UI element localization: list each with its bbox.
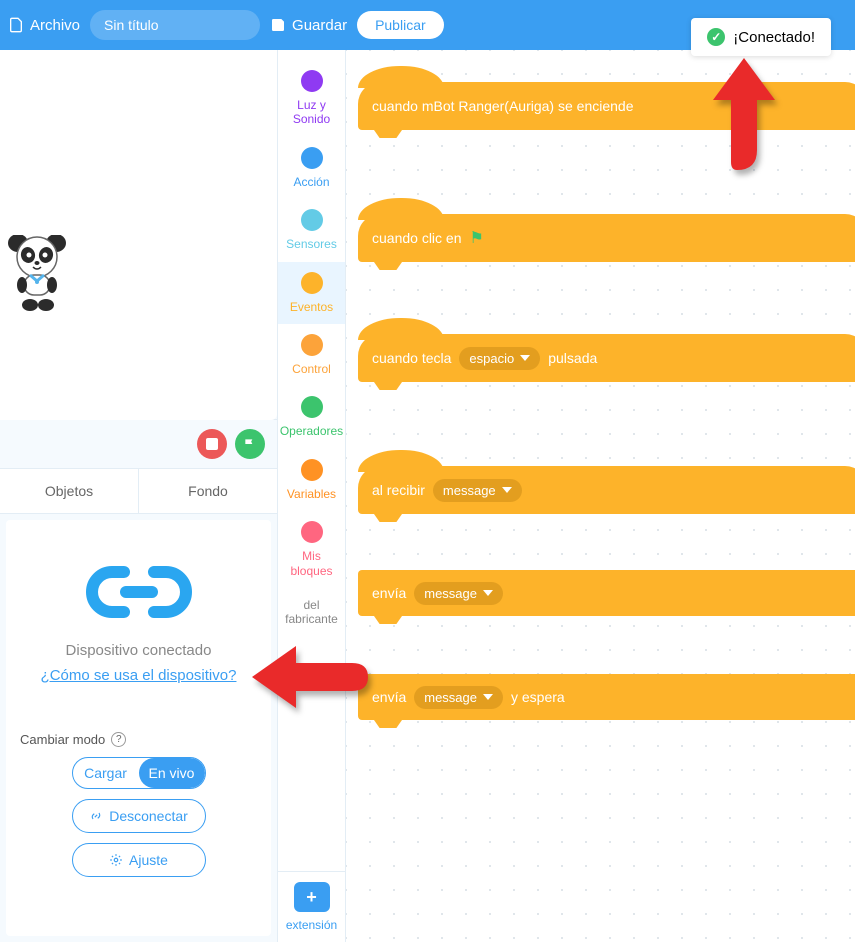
add-extension-label: extensión: [286, 918, 337, 932]
gear-icon: [109, 853, 123, 867]
mode-label: Cambiar modo: [20, 732, 105, 747]
message-dropdown[interactable]: message: [414, 686, 503, 709]
save-button[interactable]: Guardar: [270, 17, 347, 34]
block-prefix: al recibir: [372, 482, 425, 498]
device-status-text: Dispositivo conectado: [66, 642, 212, 659]
block-prefix: envía: [372, 585, 406, 601]
mode-toggle[interactable]: Cargar En vivo: [72, 757, 206, 789]
category-label: Luz y Sonido: [293, 98, 330, 127]
file-menu[interactable]: Archivo: [8, 17, 80, 34]
tab-background[interactable]: Fondo: [138, 469, 277, 513]
category-eventos[interactable]: Eventos: [278, 262, 345, 324]
category-del-fabricante[interactable]: del fabricante: [278, 588, 345, 637]
settings-button-label: Ajuste: [129, 852, 168, 868]
block-when-receive[interactable]: al recibir message: [358, 466, 855, 514]
category-mis-bloques[interactable]: Mis bloques: [278, 511, 345, 588]
category-sensores[interactable]: Sensores: [278, 199, 345, 261]
publish-button-label: Publicar: [375, 17, 426, 33]
block-send-message-wait[interactable]: envía message y espera: [358, 674, 855, 720]
block-suffix: pulsada: [548, 350, 597, 366]
category-dot: [301, 459, 323, 481]
connection-status-text: ¡Conectado!: [733, 29, 815, 46]
category-acción[interactable]: Acción: [278, 137, 345, 199]
settings-button[interactable]: Ajuste: [72, 843, 206, 877]
block-send-message[interactable]: envía message: [358, 570, 855, 616]
stop-button[interactable]: [197, 429, 227, 459]
annotation-arrow-left: [252, 646, 368, 708]
link-icon: [84, 556, 194, 628]
help-icon[interactable]: ?: [111, 732, 126, 747]
block-when-key-pressed[interactable]: cuando tecla espacio pulsada: [358, 334, 855, 382]
category-rail: Luz y Sonido Acción Sensores Eventos Control…: [278, 50, 346, 942]
category-dot: [301, 70, 323, 92]
save-button-label: Guardar: [292, 17, 347, 34]
chevron-down-icon: [502, 487, 512, 493]
message-dropdown[interactable]: message: [433, 479, 522, 502]
category-dot: [301, 334, 323, 356]
category-label: Acción: [293, 175, 329, 189]
category-label: Sensores: [286, 237, 337, 251]
chevron-down-icon: [483, 694, 493, 700]
go-button[interactable]: [235, 429, 265, 459]
disconnect-button-label: Desconectar: [109, 808, 188, 824]
category-label: Mis bloques: [290, 549, 332, 578]
chevron-down-icon: [520, 355, 530, 361]
stop-icon: [206, 438, 218, 450]
green-flag-icon: ⚑: [470, 228, 484, 248]
panda-sprite[interactable]: [6, 235, 68, 313]
category-dot: [301, 147, 323, 169]
publish-button[interactable]: Publicar: [357, 11, 444, 39]
block-prefix: cuando tecla: [372, 350, 451, 366]
block-suffix: y espera: [511, 689, 565, 705]
category-label: Eventos: [290, 300, 333, 314]
chevron-down-icon: [483, 590, 493, 596]
stage-controls: [0, 420, 277, 468]
category-dot: [301, 272, 323, 294]
category-label: del fabricante: [285, 598, 338, 627]
save-icon: [270, 17, 286, 33]
mode-row: Cambiar modo ?: [18, 732, 126, 747]
flag-icon: [243, 437, 257, 451]
key-dropdown[interactable]: espacio: [459, 347, 540, 370]
block-text: cuando mBot Ranger(Auriga) se enciende: [372, 98, 634, 114]
mode-toggle-live[interactable]: En vivo: [139, 758, 205, 788]
block-workspace[interactable]: cuando mBot Ranger(Auriga) se enciende c…: [346, 50, 855, 942]
block-prefix: envía: [372, 689, 406, 705]
annotation-arrow-up: [713, 58, 775, 170]
unlink-icon: [89, 809, 103, 823]
category-label: Control: [292, 362, 331, 376]
category-dot: [301, 209, 323, 231]
mode-toggle-load[interactable]: Cargar: [73, 758, 139, 788]
category-control[interactable]: Control: [278, 324, 345, 386]
stage-canvas[interactable]: [0, 50, 277, 420]
block-when-flag-clicked[interactable]: cuando clic en ⚑: [358, 214, 855, 262]
check-icon: ✓: [707, 28, 725, 46]
block-when-power-on[interactable]: cuando mBot Ranger(Auriga) se enciende: [358, 82, 855, 130]
tab-objects-label: Objetos: [45, 483, 93, 499]
category-label: Operadores: [280, 424, 343, 438]
project-title-text: Sin título: [104, 17, 158, 33]
project-title-input[interactable]: Sin título: [90, 10, 260, 40]
category-label: Variables: [287, 487, 336, 501]
tab-objects[interactable]: Objetos: [0, 469, 138, 513]
disconnect-button[interactable]: Desconectar: [72, 799, 206, 833]
device-panel: Dispositivo conectado ¿Cómo se usa el di…: [6, 520, 271, 936]
device-help-link[interactable]: ¿Cómo se usa el dispositivo?: [41, 665, 237, 686]
file-menu-label: Archivo: [30, 17, 80, 34]
category-dot: [301, 396, 323, 418]
category-dot: [301, 521, 323, 543]
block-text: cuando clic en: [372, 230, 462, 246]
tab-background-label: Fondo: [188, 483, 228, 499]
file-icon: [8, 17, 24, 33]
connection-status-toast: ✓ ¡Conectado!: [691, 18, 831, 56]
message-dropdown[interactable]: message: [414, 582, 503, 605]
add-extension-button[interactable]: +: [294, 882, 330, 912]
category-operadores[interactable]: Operadores: [278, 386, 345, 448]
category-luz-y-sonido[interactable]: Luz y Sonido: [278, 60, 345, 137]
category-variables[interactable]: Variables: [278, 449, 345, 511]
